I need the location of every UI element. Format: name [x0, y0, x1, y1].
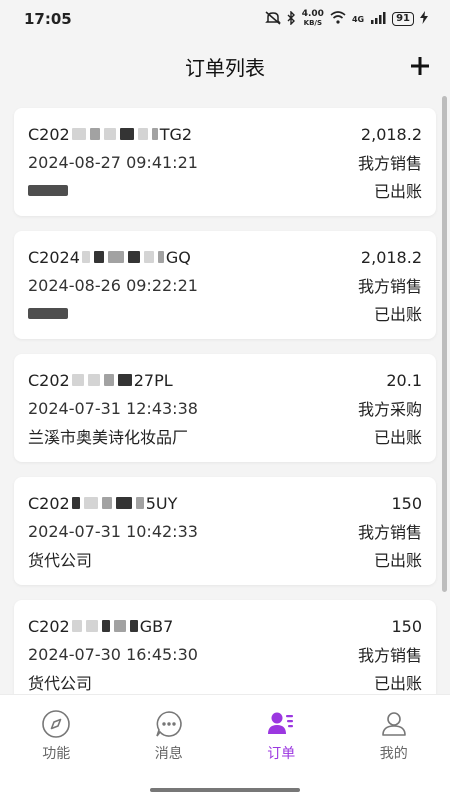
compass-icon	[41, 709, 71, 739]
order-counterparty: 货代公司	[28, 547, 92, 571]
order-number: C202 27PL	[28, 371, 173, 390]
order-datetime: 2024-07-30 16:45:30	[28, 645, 198, 664]
order-card[interactable]: C202 5UY 150 2024-07-31 10:42:33 我方销售 货代…	[14, 477, 436, 585]
page-title: 订单列表	[185, 52, 265, 81]
tab-messages[interactable]: 消息	[113, 695, 226, 777]
chat-icon	[154, 709, 184, 739]
order-amount: 2,018.2	[361, 125, 422, 144]
battery-icon: 91	[392, 12, 414, 26]
tab-label: 功能	[42, 743, 70, 763]
order-type: 我方销售	[358, 273, 422, 297]
order-card[interactable]: C202 TG2 2,018.2 2024-08-27 09:41:21 我方销…	[14, 108, 436, 216]
status-time: 17:05	[24, 10, 72, 28]
order-datetime: 2024-07-31 12:43:38	[28, 399, 198, 418]
order-number: C202 5UY	[28, 494, 177, 513]
order-card[interactable]: C202 GB7 150 2024-07-30 16:45:30 我方销售 货代…	[14, 600, 436, 694]
profile-icon	[379, 709, 409, 739]
bottom-tab-bar: 功能 消息 订单 我的	[0, 694, 450, 801]
order-amount: 20.1	[386, 371, 422, 390]
home-indicator[interactable]	[150, 788, 300, 792]
order-number: C202 TG2	[28, 125, 192, 144]
order-number: C2024 GQ	[28, 248, 191, 267]
order-status: 已出账	[374, 424, 422, 448]
list-scrollbar[interactable]	[442, 96, 447, 592]
tab-label: 订单	[267, 743, 295, 763]
order-card[interactable]: C202 27PL 20.1 2024-07-31 12:43:38 我方采购 …	[14, 354, 436, 462]
tab-orders[interactable]: 订单	[225, 695, 338, 777]
order-datetime: 2024-07-31 10:42:33	[28, 522, 198, 541]
header: 订单列表	[0, 38, 450, 94]
charging-icon	[420, 11, 428, 27]
signal-icon	[370, 12, 386, 27]
status-icons: 4.00 KB/S 4G 91	[265, 10, 428, 28]
order-counterparty: 货代公司	[28, 670, 92, 694]
order-status: 已出账	[374, 178, 422, 202]
mute-icon	[265, 11, 281, 28]
order-list[interactable]: C202 TG2 2,018.2 2024-08-27 09:41:21 我方销…	[0, 94, 450, 694]
tab-features[interactable]: 功能	[0, 695, 113, 777]
order-status: 已出账	[374, 670, 422, 694]
order-amount: 150	[391, 617, 422, 636]
tab-label: 消息	[155, 743, 183, 763]
add-order-button[interactable]	[404, 50, 436, 82]
order-type: 我方销售	[358, 150, 422, 174]
order-datetime: 2024-08-27 09:41:21	[28, 153, 198, 172]
order-type: 我方销售	[358, 642, 422, 666]
order-type: 我方采购	[358, 396, 422, 420]
order-status: 已出账	[374, 547, 422, 571]
bluetooth-icon	[287, 11, 296, 28]
order-user-icon	[266, 709, 296, 739]
plus-icon	[410, 56, 430, 76]
network-speed: 4.00 KB/S	[302, 10, 324, 28]
tab-profile[interactable]: 我的	[338, 695, 450, 777]
order-datetime: 2024-08-26 09:22:21	[28, 276, 198, 295]
order-counterparty	[28, 304, 68, 323]
order-type: 我方销售	[358, 519, 422, 543]
order-amount: 2,018.2	[361, 248, 422, 267]
order-counterparty: 兰溪市奥美诗化妆品厂	[28, 424, 188, 448]
order-amount: 150	[391, 494, 422, 513]
order-number: C202 GB7	[28, 617, 173, 636]
order-counterparty	[28, 181, 68, 200]
order-status: 已出账	[374, 301, 422, 325]
status-bar: 17:05 4.00 KB/S 4G 91	[0, 0, 450, 38]
wifi-icon	[330, 11, 346, 27]
tab-label: 我的	[380, 743, 408, 763]
network-type: 4G	[352, 15, 364, 24]
order-card[interactable]: C2024 GQ 2,018.2 2024-08-26 09:22:21 我方销…	[14, 231, 436, 339]
